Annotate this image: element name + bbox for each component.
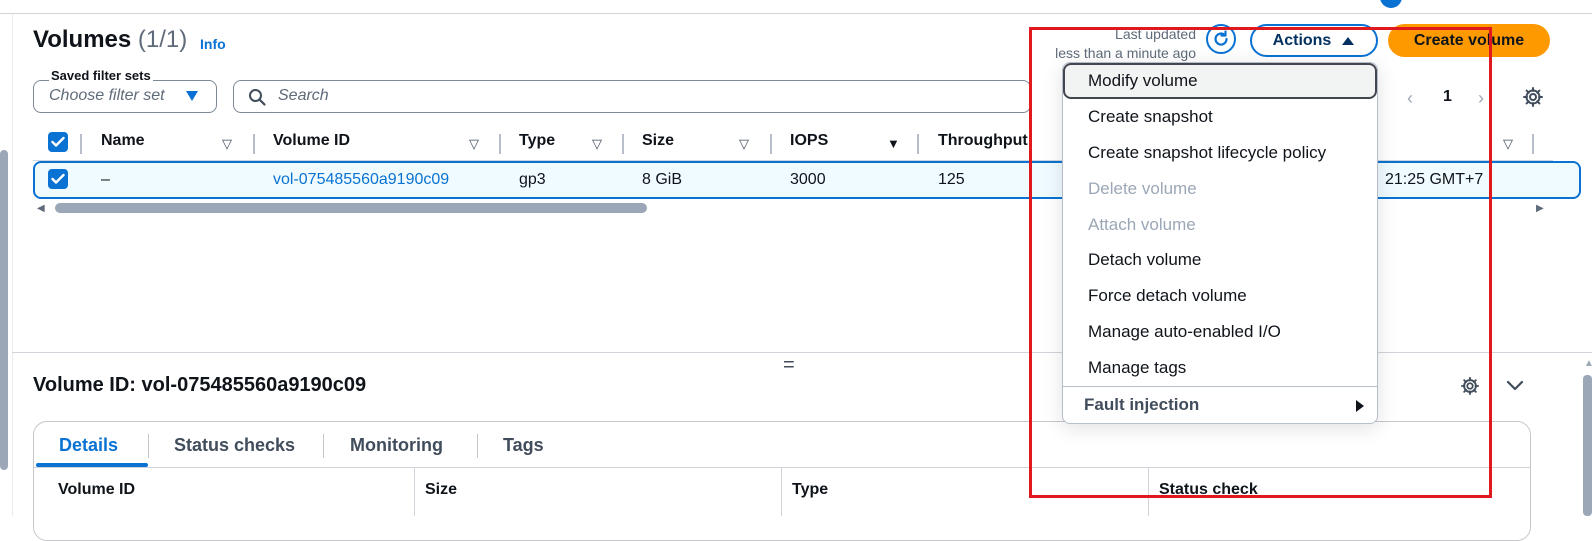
horizontal-scrollbar[interactable] <box>55 203 647 213</box>
tab-details[interactable]: Details <box>59 435 118 456</box>
avatar[interactable] <box>1380 0 1402 8</box>
tab-tags[interactable]: Tags <box>503 435 544 456</box>
checkmark-icon <box>51 136 65 147</box>
page-title: Volumes (1/1) <box>33 26 187 54</box>
chevron-down-icon[interactable] <box>1505 378 1525 394</box>
column-divider[interactable] <box>622 134 624 154</box>
column-divider <box>414 468 415 516</box>
sort-icon[interactable]: ▽ <box>1503 136 1513 152</box>
tab-status-checks[interactable]: Status checks <box>174 435 295 456</box>
col-header-iops[interactable]: IOPS <box>790 132 828 150</box>
title-text: Volumes <box>33 26 132 53</box>
search-input[interactable] <box>233 80 1031 113</box>
select-all-checkbox[interactable] <box>48 132 68 152</box>
table-settings-gear-icon[interactable] <box>1522 86 1544 108</box>
saved-filter-placeholder: Choose filter set <box>49 87 165 104</box>
cell-throughput: 125 <box>938 171 965 188</box>
scroll-right-icon[interactable]: ▶ <box>1536 203 1544 214</box>
page-scrollbar-right[interactable] <box>1583 375 1592 516</box>
checkmark-icon <box>51 173 65 184</box>
cell-iops: 3000 <box>790 171 826 188</box>
column-divider[interactable] <box>499 134 501 154</box>
tab-divider <box>323 434 324 458</box>
sort-desc-icon[interactable]: ▼ <box>887 136 900 151</box>
column-divider <box>781 468 782 516</box>
details-title: Volume ID: vol-075485560a9190c09 <box>33 374 367 396</box>
tab-divider <box>148 434 149 458</box>
top-divider <box>0 13 1592 14</box>
detail-label-size: Size <box>425 481 458 498</box>
tab-divider <box>477 434 478 458</box>
selection-count: (1/1) <box>137 26 188 53</box>
info-link[interactable]: Info <box>200 36 226 52</box>
scroll-up-icon[interactable]: ▲ <box>1584 358 1592 369</box>
sort-icon[interactable]: ▽ <box>739 136 749 152</box>
col-header-type[interactable]: Type <box>519 132 555 150</box>
caret-down-icon <box>186 91 198 101</box>
col-header-size[interactable]: Size <box>642 132 674 150</box>
detail-label-type: Type <box>792 481 829 498</box>
cell-size: 8 GiB <box>642 171 683 188</box>
column-divider[interactable] <box>253 134 255 154</box>
row-checkbox[interactable] <box>48 169 68 189</box>
saved-filter-label: Saved filter sets <box>49 68 153 83</box>
column-divider <box>80 134 82 154</box>
col-header-throughput[interactable]: Throughput <box>938 132 1028 150</box>
highlight-annotation-box <box>1029 27 1492 498</box>
cell-name: – <box>101 171 110 188</box>
cell-type: gp3 <box>519 171 546 188</box>
col-header-name[interactable]: Name <box>101 132 145 150</box>
sort-icon[interactable]: ▽ <box>222 136 232 152</box>
tab-monitoring[interactable]: Monitoring <box>350 435 443 456</box>
column-divider[interactable] <box>917 134 919 154</box>
scroll-left-icon[interactable]: ◀ <box>37 203 45 214</box>
column-divider[interactable] <box>770 134 772 154</box>
column-divider[interactable] <box>1532 134 1534 154</box>
page-scrollbar-left[interactable] <box>0 150 8 470</box>
search-placeholder: Search <box>278 87 329 104</box>
resize-handle-icon[interactable]: = <box>783 354 795 377</box>
search-icon <box>249 89 266 106</box>
sort-icon[interactable]: ▽ <box>469 136 479 152</box>
detail-label-volume-id: Volume ID <box>58 481 136 498</box>
col-header-volume-id[interactable]: Volume ID <box>273 132 350 150</box>
sort-icon[interactable]: ▽ <box>592 136 602 152</box>
cell-volume-id-link[interactable]: vol-075485560a9190c09 <box>273 171 449 189</box>
left-divider <box>12 14 13 516</box>
